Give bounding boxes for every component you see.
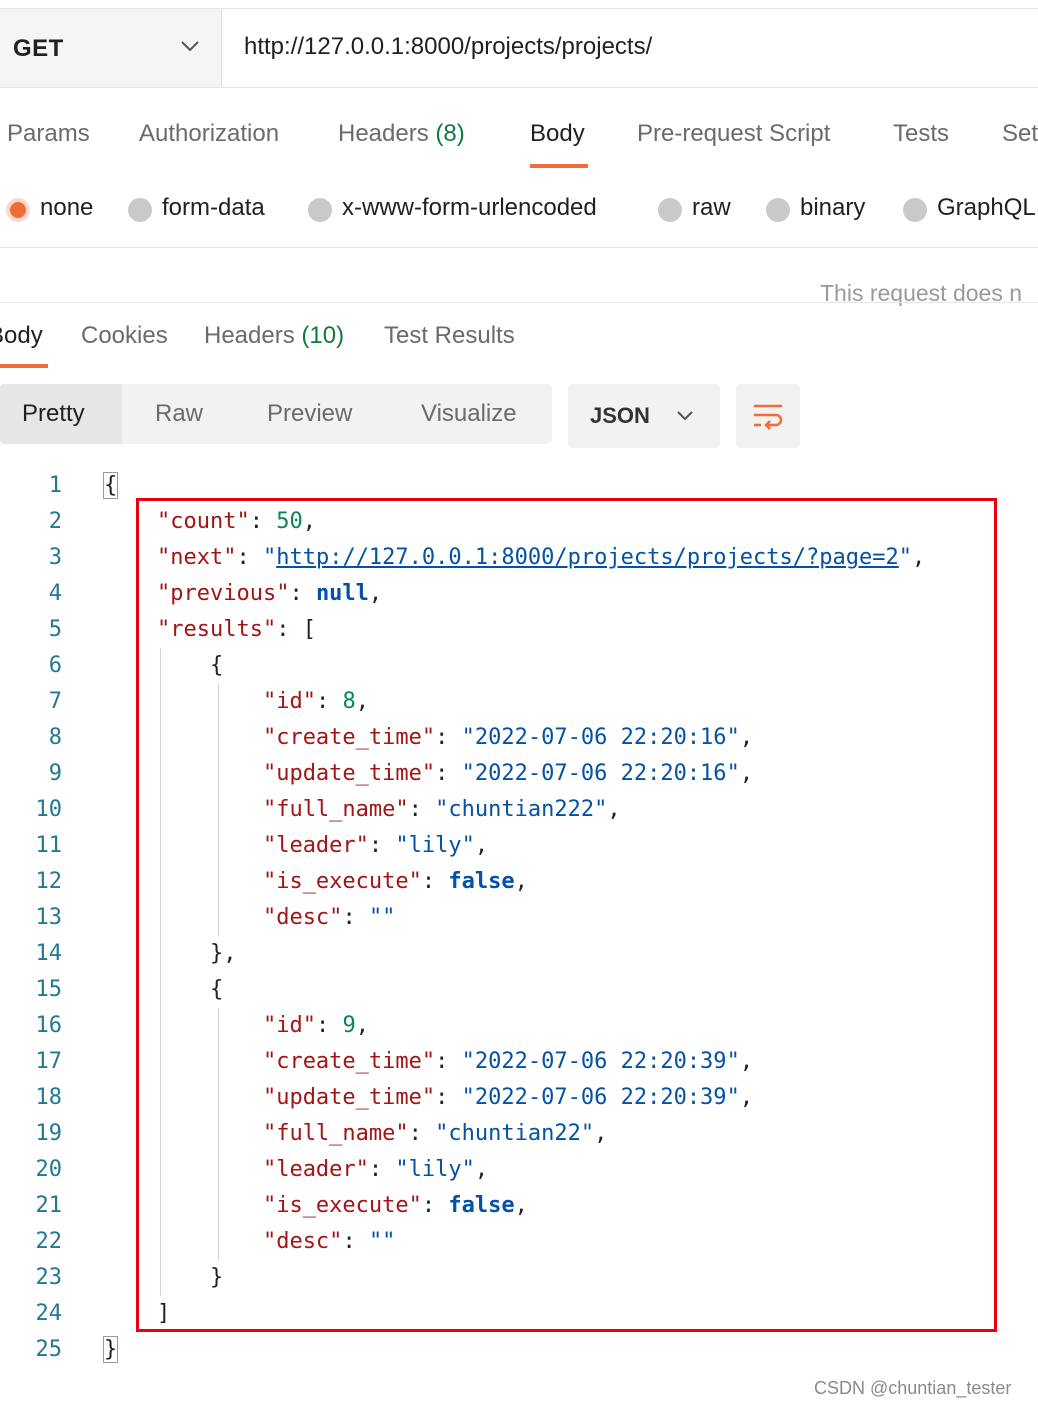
active-response-tab-indicator xyxy=(0,364,48,368)
code-line: } xyxy=(102,1336,119,1363)
tab-label: Set xyxy=(1002,120,1038,147)
tab-tests[interactable]: Tests xyxy=(893,120,949,148)
radio-label: x-www-form-urlencoded xyxy=(342,194,597,221)
tab-label: Pre-request Script xyxy=(637,120,831,147)
line-number: 15 xyxy=(35,977,63,1002)
line-number: 13 xyxy=(35,905,63,930)
method-select[interactable]: GET xyxy=(0,9,222,87)
line-number: 24 xyxy=(35,1301,63,1326)
line-number: 19 xyxy=(35,1121,63,1146)
tab-label: Body xyxy=(530,120,585,147)
divider xyxy=(0,302,1038,303)
view-raw-button[interactable]: Raw xyxy=(155,384,203,444)
request-tabs: Params Authorization Headers (8) Body Pr… xyxy=(0,96,1038,176)
tab-params[interactable]: Params xyxy=(7,120,90,148)
view-pretty-button[interactable]: Pretty xyxy=(0,384,122,444)
tab-label: Tests xyxy=(893,120,950,147)
method-label: GET xyxy=(13,35,64,62)
tab-label: Params xyxy=(7,120,90,147)
line-number: 23 xyxy=(35,1265,63,1290)
tab-headers[interactable]: Headers (8) xyxy=(338,120,465,148)
code-line: { xyxy=(102,472,119,499)
response-tab-headers[interactable]: Headers (10) xyxy=(204,322,344,350)
format-label: JSON xyxy=(590,403,650,428)
line-number: 12 xyxy=(35,869,63,894)
format-select[interactable]: JSON xyxy=(568,384,720,448)
line-number: 7 xyxy=(48,689,62,714)
tab-body[interactable]: Body xyxy=(530,120,585,148)
view-visualize-button[interactable]: Visualize xyxy=(421,384,517,444)
line-number: 18 xyxy=(35,1085,63,1110)
chevron-down-icon xyxy=(677,411,693,421)
radio-label: form-data xyxy=(162,194,265,221)
active-tab-indicator xyxy=(530,164,588,168)
line-number: 11 xyxy=(35,833,63,858)
annotation-highlight-box xyxy=(136,498,997,1332)
line-number: 9 xyxy=(48,761,62,786)
radio-label: binary xyxy=(800,194,866,221)
tab-label: Body xyxy=(0,322,43,349)
line-number: 5 xyxy=(48,617,62,642)
tab-authorization[interactable]: Authorization xyxy=(139,120,279,148)
watermark: CSDN @chuntian_tester xyxy=(814,1378,1012,1398)
view-preview-button[interactable]: Preview xyxy=(267,384,352,444)
line-number: 6 xyxy=(48,653,62,678)
response-tab-body[interactable]: Body xyxy=(0,322,43,350)
tab-count: (8) xyxy=(435,120,465,147)
radio-label: none xyxy=(40,194,94,221)
response-tab-test-results[interactable]: Test Results xyxy=(384,322,515,350)
tab-label: Headers xyxy=(338,120,429,147)
tab-label: Authorization xyxy=(139,120,280,147)
tab-label: Cookies xyxy=(81,322,168,349)
line-number: 25 xyxy=(35,1337,63,1362)
radio-icon xyxy=(903,198,927,222)
line-number: 14 xyxy=(35,941,63,966)
body-type-options: none form-data x-www-form-urlencoded raw… xyxy=(0,180,1038,248)
radio-label: raw xyxy=(692,194,731,221)
tab-count: (10) xyxy=(301,322,345,349)
line-number: 2 xyxy=(48,509,62,534)
line-number: 20 xyxy=(35,1157,63,1182)
url-bar: GET http://127.0.0.1:8000/projects/proje… xyxy=(0,8,1038,88)
wrap-lines-icon xyxy=(754,404,783,430)
wrap-lines-button[interactable] xyxy=(736,384,800,448)
tab-pre-request-script[interactable]: Pre-request Script xyxy=(637,120,830,148)
line-number: 3 xyxy=(48,545,62,570)
line-number: 17 xyxy=(35,1049,63,1074)
radio-label: GraphQL xyxy=(937,194,1036,221)
chevron-down-icon xyxy=(181,41,199,52)
radio-icon xyxy=(308,198,332,222)
line-number: 8 xyxy=(48,725,62,750)
line-number: 21 xyxy=(35,1193,63,1218)
line-number: 22 xyxy=(35,1229,63,1254)
radio-icon xyxy=(128,198,152,222)
line-number: 16 xyxy=(35,1013,63,1038)
response-tab-cookies[interactable]: Cookies xyxy=(81,322,168,350)
url-input[interactable]: http://127.0.0.1:8000/projects/projects/ xyxy=(244,33,652,61)
radio-selected-icon xyxy=(6,198,30,222)
radio-icon xyxy=(658,198,682,222)
view-mode-group: Pretty Raw Preview Visualize xyxy=(0,384,552,444)
line-number: 1 xyxy=(48,473,62,498)
tab-label: Test Results xyxy=(384,322,515,349)
tab-label: Headers xyxy=(204,322,295,349)
line-number: 10 xyxy=(35,797,63,822)
tab-settings[interactable]: Set xyxy=(1002,120,1038,148)
radio-icon xyxy=(766,198,790,222)
line-number: 4 xyxy=(48,581,62,606)
